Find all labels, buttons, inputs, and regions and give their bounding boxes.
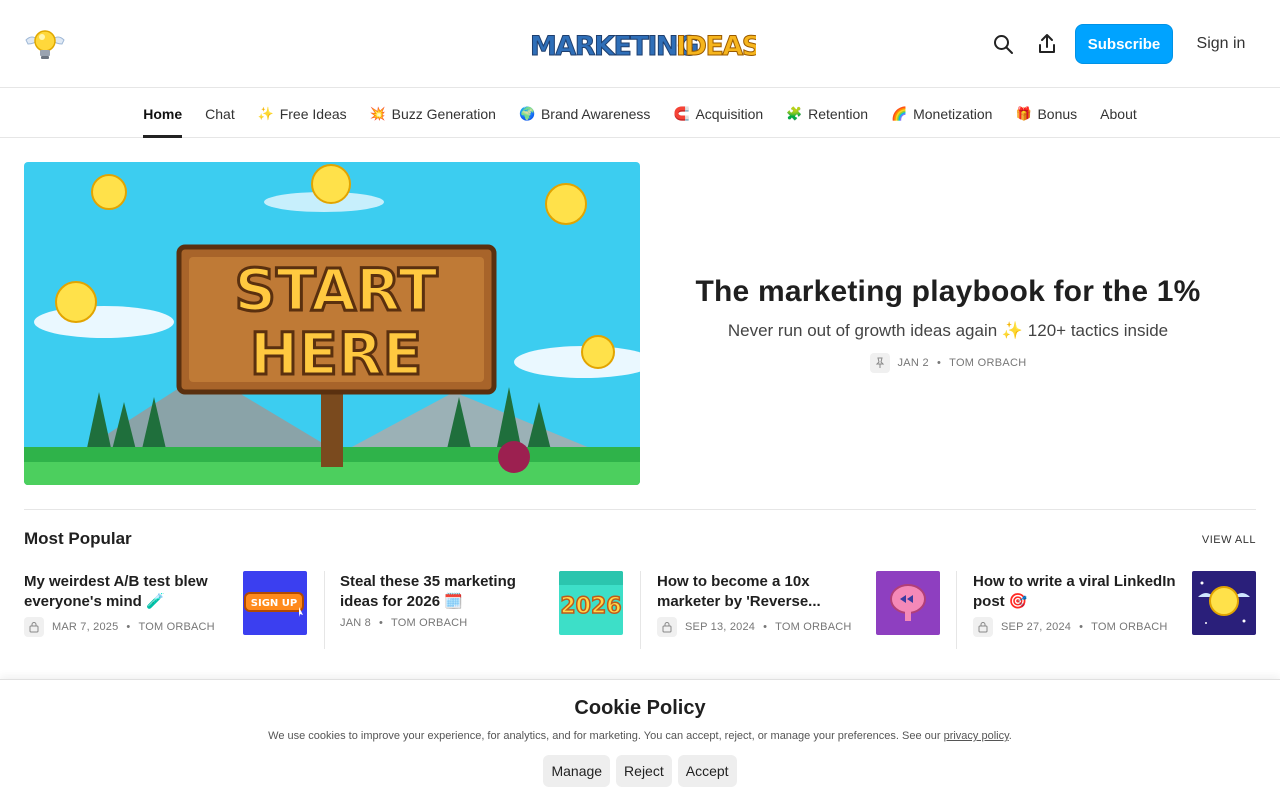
post-date: JAN 8 xyxy=(340,617,371,629)
thumb-text: SIGN UP xyxy=(251,598,297,609)
pin-icon xyxy=(869,352,890,373)
subscribe-button[interactable]: Subscribe xyxy=(1075,24,1173,64)
nav-label: Chat xyxy=(205,105,235,122)
privacy-policy-link[interactable]: privacy policy xyxy=(944,730,1009,742)
nav-item-buzz-generation[interactable]: 💥 Buzz Generation xyxy=(358,89,507,138)
column-divider xyxy=(640,571,641,649)
sparkles-icon: ✨ xyxy=(257,105,274,121)
hero-author[interactable]: TOM ORBACH xyxy=(949,357,1026,369)
thumb-text: 2026 xyxy=(560,594,621,619)
search-icon[interactable] xyxy=(991,32,1015,56)
hero-title[interactable]: The marketing playbook for the 1% xyxy=(695,275,1200,309)
hero-text-block: The marketing playbook for the 1% Never … xyxy=(640,162,1256,485)
meta-separator: • xyxy=(936,356,942,369)
lightbulb-logo-icon[interactable] xyxy=(24,26,66,62)
lock-icon xyxy=(657,617,677,637)
post-meta: SEP 27, 2024 • TOM ORBACH xyxy=(973,617,1168,637)
nav-item-retention[interactable]: 🧩 Retention xyxy=(775,89,880,138)
hero-image[interactable]: START HERE xyxy=(24,162,640,485)
popular-post[interactable]: Steal these 35 marketing ideas for 2026 … xyxy=(340,571,624,651)
globe-icon: 🌍 xyxy=(518,105,536,121)
explosion-icon: 💥 xyxy=(369,105,386,121)
reject-cookies-button[interactable]: Reject xyxy=(616,755,672,787)
meta-separator: • xyxy=(1079,621,1084,633)
post-thumbnail[interactable]: SIGN UP xyxy=(243,571,307,635)
nav-item-acquisition[interactable]: 🧲 Acquisition xyxy=(662,89,775,138)
meta-separator: • xyxy=(126,621,131,633)
nav-label: Free Ideas xyxy=(279,105,347,122)
nav-item-home[interactable]: Home xyxy=(132,89,194,138)
post-title[interactable]: How to write a viral LinkedIn post 🎯 xyxy=(973,572,1183,612)
post-thumbnail[interactable] xyxy=(1192,571,1256,635)
svg-text:IDEAS: IDEAS xyxy=(676,31,756,62)
post-author[interactable]: TOM ORBACH xyxy=(775,621,851,633)
manage-cookies-button[interactable]: Manage xyxy=(543,755,611,787)
post-meta: JAN 8 • TOM ORBACH xyxy=(340,617,467,629)
hero-image-text-here: HERE xyxy=(250,320,422,388)
post-thumbnail[interactable]: 2026 xyxy=(559,571,623,635)
cookie-actions: Manage Reject Accept xyxy=(0,755,1280,787)
nav-label: Bonus xyxy=(1037,105,1078,122)
gift-icon: 🎁 xyxy=(1015,105,1032,121)
post-date: SEP 13, 2024 xyxy=(685,621,756,633)
view-all-link[interactable]: VIEW ALL xyxy=(1200,534,1256,546)
sign-in-button[interactable]: Sign in xyxy=(1190,24,1252,64)
cookie-description: We use cookies to improve your experienc… xyxy=(0,730,1280,742)
post-meta: SEP 13, 2024 • TOM ORBACH xyxy=(657,617,852,637)
rainbow-icon: 🌈 xyxy=(891,105,908,121)
cookie-banner: Cookie Policy We use cookies to improve … xyxy=(0,679,1280,800)
nav-label: About xyxy=(1100,105,1137,122)
nav-item-brand-awareness[interactable]: 🌍 Brand Awareness xyxy=(507,89,661,138)
start-here-illustration: START HERE xyxy=(24,162,640,485)
hero-image-text-start: START xyxy=(234,256,438,324)
column-divider xyxy=(324,571,325,649)
main-nav: Home Chat ✨ Free Ideas 💥 Buzz Generation 🌍… xyxy=(0,89,1280,138)
nav-label: Home xyxy=(143,105,183,122)
post-date: MAR 7, 2025 xyxy=(52,621,119,633)
section-divider xyxy=(24,509,1256,510)
cookie-text: We use cookies to improve your experienc… xyxy=(268,730,944,742)
lock-icon xyxy=(24,617,44,637)
post-title[interactable]: How to become a 10x marketer by 'Reverse… xyxy=(657,572,867,612)
nav-item-chat[interactable]: Chat xyxy=(194,89,247,138)
most-popular-heading: Most Popular xyxy=(24,529,132,548)
post-date: SEP 27, 2024 xyxy=(1001,621,1072,633)
popular-post[interactable]: How to become a 10x marketer by 'Reverse… xyxy=(657,571,941,651)
post-title[interactable]: Steal these 35 marketing ideas for 2026 … xyxy=(340,572,550,612)
marketing-ideas-wordmark[interactable]: MARKETING IDEAS xyxy=(528,24,757,64)
nav-item-free-ideas[interactable]: ✨ Free Ideas xyxy=(246,89,358,138)
nav-label: Retention xyxy=(808,105,869,122)
nav-label: Acquisition xyxy=(695,105,764,122)
site-header: MARKETING IDEAS Subscribe Sign in xyxy=(0,0,1280,88)
popular-post[interactable]: My weirdest A/B test blew everyone's min… xyxy=(24,571,308,651)
nav-label: Buzz Generation xyxy=(391,105,496,122)
nav-label: Brand Awareness xyxy=(540,105,651,122)
post-author[interactable]: TOM ORBACH xyxy=(391,617,467,629)
cookie-text-end: . xyxy=(1008,730,1012,742)
post-thumbnail[interactable] xyxy=(876,571,940,635)
svg-text:MARKETING: MARKETING xyxy=(530,31,698,62)
meta-separator: • xyxy=(763,621,768,633)
post-author[interactable]: TOM ORBACH xyxy=(1091,621,1167,633)
accept-cookies-button[interactable]: Accept xyxy=(677,755,737,787)
popular-post[interactable]: How to write a viral LinkedIn post 🎯 SEP… xyxy=(973,571,1257,651)
puzzle-icon: 🧩 xyxy=(786,105,803,121)
post-meta: MAR 7, 2025 • TOM ORBACH xyxy=(24,617,215,637)
column-divider xyxy=(956,571,957,649)
hero-subtitle: Never run out of growth ideas again ✨ 12… xyxy=(727,320,1169,340)
post-author[interactable]: TOM ORBACH xyxy=(138,621,214,633)
meta-separator: • xyxy=(378,617,384,629)
nav-item-monetization[interactable]: 🌈 Monetization xyxy=(880,89,1004,138)
nav-label: Monetization xyxy=(913,105,993,122)
share-icon[interactable] xyxy=(1035,32,1059,56)
hero-date: JAN 2 xyxy=(897,356,929,369)
cookie-title: Cookie Policy xyxy=(574,697,706,719)
nav-item-bonus[interactable]: 🎁 Bonus xyxy=(1004,89,1089,138)
magnet-icon: 🧲 xyxy=(673,105,690,121)
lock-icon xyxy=(973,617,993,637)
nav-item-about[interactable]: About xyxy=(1089,89,1149,138)
post-title[interactable]: My weirdest A/B test blew everyone's min… xyxy=(24,572,234,612)
hero-meta: JAN 2 • TOM ORBACH xyxy=(869,352,1027,373)
